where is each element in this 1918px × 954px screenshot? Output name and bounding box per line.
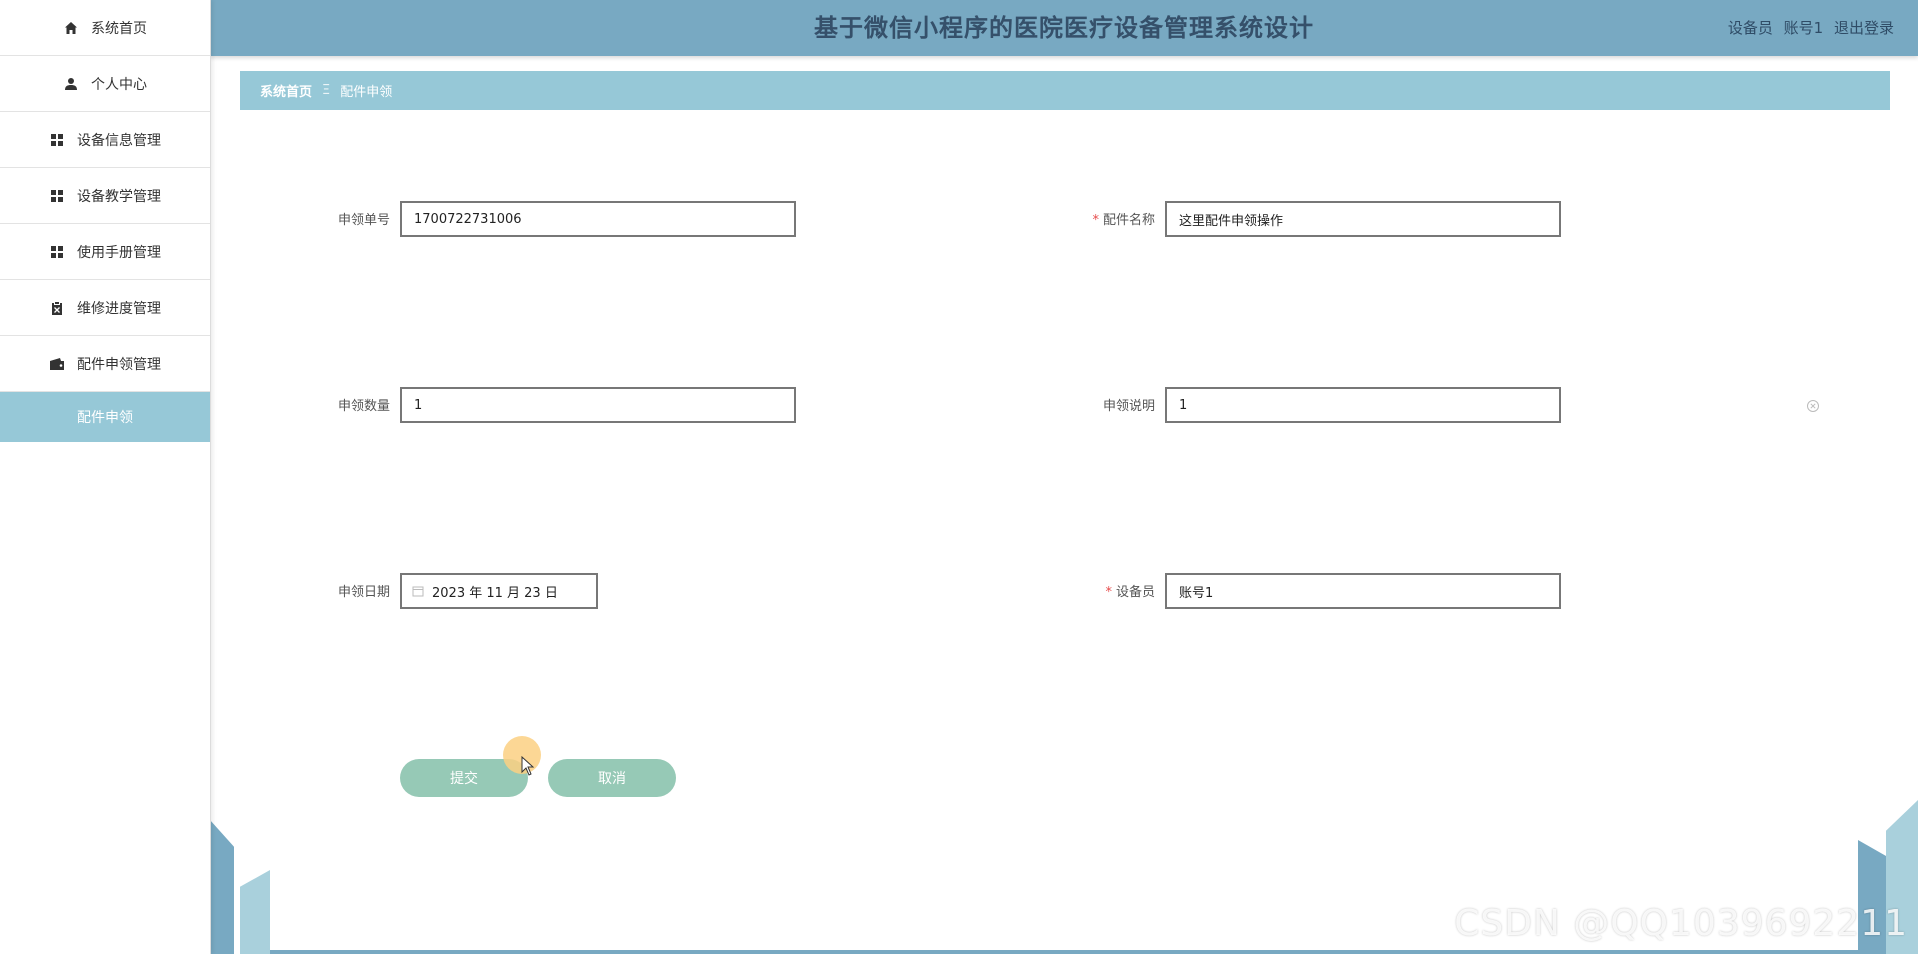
sidebar-item-label: 设备信息管理 xyxy=(77,132,161,149)
sidebar-subitem-parts-claim[interactable]: 配件申领 xyxy=(0,392,210,442)
sidebar-item-profile[interactable]: 个人中心 xyxy=(0,56,210,112)
clipboard-icon xyxy=(49,300,65,316)
grid-icon xyxy=(49,188,65,204)
part-name-input[interactable] xyxy=(1165,201,1561,237)
cancel-button[interactable]: 取消 xyxy=(548,759,676,797)
order-no-input[interactable] xyxy=(400,201,796,237)
order-no-label-text: 申领单号 xyxy=(337,213,390,228)
breadcrumb-current: 配件申领 xyxy=(340,85,393,100)
user-account: 账号1 xyxy=(1783,19,1824,37)
page-title: 基于微信小程序的医院医疗设备管理系统设计 xyxy=(814,14,1314,42)
date-label-text: 申领日期 xyxy=(337,585,390,600)
mouse-pointer-icon xyxy=(521,755,535,776)
date-picker[interactable]: 2023 年 11 月 23 日 xyxy=(400,573,598,609)
watermark: CSDN @QQ1039692211 xyxy=(1454,903,1908,944)
required-mark: * xyxy=(1092,213,1099,228)
breadcrumb-home[interactable]: 系统首页 xyxy=(260,81,312,100)
sidebar-item-parts-claim[interactable]: 配件申领管理 xyxy=(0,336,210,392)
sidebar-item-home[interactable]: 系统首页 xyxy=(0,0,210,56)
sidebar: 系统首页 个人中心 设备信息管理 设备教学管理 使用手册管理 维修进度管理 配件… xyxy=(0,0,211,954)
order-no-label: 申领单号 xyxy=(270,201,390,241)
quantity-label: 申领数量 xyxy=(270,387,390,427)
sidebar-item-manual[interactable]: 使用手册管理 xyxy=(0,224,210,280)
sidebar-item-device-info[interactable]: 设备信息管理 xyxy=(0,112,210,168)
decor-shape-left-light xyxy=(240,870,270,954)
app-root: 系统首页 个人中心 设备信息管理 设备教学管理 使用手册管理 维修进度管理 配件… xyxy=(0,0,1918,954)
sidebar-item-label: 维修进度管理 xyxy=(77,300,161,317)
calendar-icon xyxy=(412,585,424,597)
sidebar-item-label: 使用手册管理 xyxy=(77,244,161,261)
user-info: 设备员 账号1 退出登录 xyxy=(1722,0,1894,56)
breadcrumb: 系统首页 Ξ 配件申领 xyxy=(240,71,1890,110)
breadcrumb-separator: Ξ xyxy=(322,83,331,98)
user-role: 设备员 xyxy=(1727,19,1773,37)
home-icon xyxy=(63,20,79,36)
bottom-bar xyxy=(270,950,1858,954)
description-label-text: 申领说明 xyxy=(1102,399,1155,414)
top-header: 基于微信小程序的医院医疗设备管理系统设计 设备员 账号1 退出登录 xyxy=(210,0,1918,56)
grid-icon xyxy=(49,244,65,260)
clear-icon[interactable] xyxy=(1806,398,1820,412)
required-mark: * xyxy=(1105,585,1112,600)
sidebar-item-repair-progress[interactable]: 维修进度管理 xyxy=(0,280,210,336)
logout-link[interactable]: 退出登录 xyxy=(1834,19,1894,37)
sidebar-subitem-label: 配件申领 xyxy=(77,410,133,426)
date-value: 2023 年 11 月 23 日 xyxy=(432,585,558,601)
wallet-icon xyxy=(49,356,65,372)
grid-icon xyxy=(49,132,65,148)
operator-input[interactable] xyxy=(1165,573,1561,609)
part-name-label: * 配件名称 xyxy=(1035,201,1155,241)
sidebar-item-label: 系统首页 xyxy=(91,20,147,37)
sidebar-item-label: 设备教学管理 xyxy=(77,188,161,205)
quantity-input[interactable] xyxy=(400,387,796,423)
sidebar-item-label: 个人中心 xyxy=(91,76,147,93)
date-label: 申领日期 xyxy=(270,573,390,613)
sidebar-item-label: 配件申领管理 xyxy=(77,356,161,373)
operator-label-text: 设备员 xyxy=(1115,585,1155,600)
user-icon xyxy=(63,76,79,92)
description-label: 申领说明 xyxy=(1035,387,1155,427)
description-input[interactable] xyxy=(1165,387,1561,423)
operator-label: * 设备员 xyxy=(1035,573,1155,613)
sidebar-item-device-teaching[interactable]: 设备教学管理 xyxy=(0,168,210,224)
part-name-label-text: 配件名称 xyxy=(1102,213,1155,228)
quantity-label-text: 申领数量 xyxy=(337,399,390,414)
